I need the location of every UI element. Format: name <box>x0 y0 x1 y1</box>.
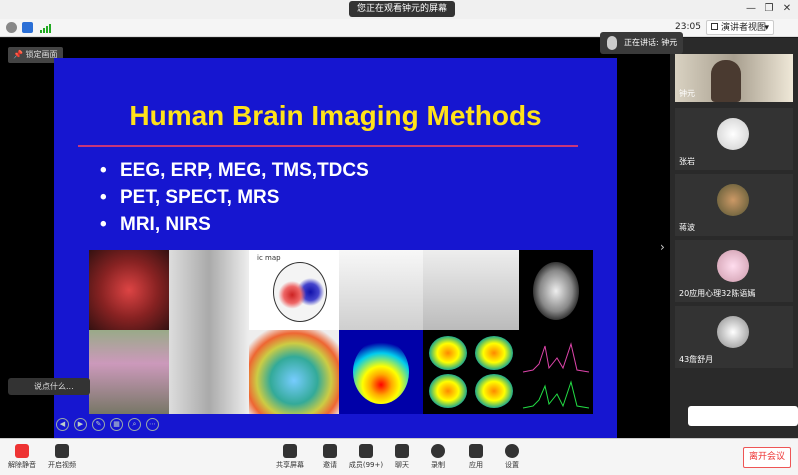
mrs-spectrum-plot <box>519 334 593 414</box>
settings-button[interactable]: 设置 <box>498 444 526 470</box>
input-method-toolbar[interactable] <box>688 406 798 426</box>
leave-meeting-button[interactable]: 离开会议 <box>743 447 791 468</box>
pen-tool-button[interactable]: ✎ <box>92 418 105 431</box>
mic-icon <box>607 36 617 50</box>
apps-icon <box>469 444 483 458</box>
participant-tile[interactable]: 蒋波 <box>675 174 793 236</box>
prev-slide-button[interactable]: ◀ <box>56 418 69 431</box>
chat-input[interactable]: 说点什么... <box>8 378 90 395</box>
head-activation-render <box>249 330 339 414</box>
pet-scan-image <box>339 330 423 414</box>
minimize-icon[interactable]: — <box>744 2 758 16</box>
lock-view-label: 锁定画面 <box>25 50 58 59</box>
slide-bullet: EEG, ERP, MEG, TMS,TDCS <box>100 160 369 182</box>
slide-bullet: MRI, NIRS <box>100 214 211 236</box>
chevron-down-icon: ▾ <box>764 23 769 33</box>
restore-icon[interactable]: ❐ <box>762 2 776 16</box>
info-icon[interactable] <box>6 22 17 33</box>
panel-collapse-icon[interactable]: › <box>660 240 665 254</box>
share-screen-button[interactable]: 共享屏幕 <box>272 444 308 470</box>
chat-icon <box>395 444 409 458</box>
participant-tile[interactable]: 张岩 <box>675 108 793 170</box>
zoom-button[interactable]: ⌕ <box>128 418 141 431</box>
mic-muted-icon <box>15 444 29 458</box>
participant-name: 43詹舒月 <box>679 355 714 364</box>
apps-button[interactable]: 应用 <box>462 444 490 470</box>
participant-name: 张岩 <box>679 157 695 166</box>
meeting-clock: 23:05 <box>675 22 701 32</box>
slide-divider <box>78 145 578 147</box>
start-video-button[interactable]: 开启视频 <box>44 444 80 470</box>
participant-name: 20应用心理32陈语嫣 <box>679 289 756 298</box>
mri-scanner-photo <box>423 250 519 330</box>
avatar <box>717 118 749 150</box>
members-icon <box>359 444 373 458</box>
members-button[interactable]: 成员(99+) <box>348 444 384 470</box>
view-mode-select[interactable]: 演讲者视图 ▾ <box>706 20 774 35</box>
participant-video-tile[interactable]: 钟元 <box>675 54 793 102</box>
next-slide-button[interactable]: ▶ <box>74 418 87 431</box>
camera-off-icon <box>55 444 69 458</box>
avatar <box>717 250 749 282</box>
screen-share-banner: 您正在观看钟元的屏幕 <box>349 1 456 17</box>
mri-brain-slice <box>519 250 593 334</box>
brain-imaging-collage: ic map <box>89 250 593 414</box>
participant-name: 钟元 <box>679 89 695 98</box>
participant-tile[interactable]: 43詹舒月 <box>675 306 793 368</box>
more-options-button[interactable]: ⋯ <box>146 418 159 431</box>
view-mode-label: 演讲者视图 <box>721 23 767 33</box>
grid-icon <box>711 23 718 30</box>
signal-icon <box>40 23 52 33</box>
participant-tile[interactable]: 20应用心理32陈语嫣 <box>675 240 793 302</box>
gear-icon <box>505 444 519 458</box>
invite-button[interactable]: 邀请 <box>316 444 344 470</box>
unmute-button[interactable]: 解除静音 <box>4 444 40 470</box>
map-caption: ic map <box>257 254 281 262</box>
spectrum-lines <box>522 342 590 409</box>
record-button[interactable]: 录制 <box>424 444 452 470</box>
topographic-map: ic map <box>249 250 339 330</box>
speaking-indicator: 正在讲话: 钟元 <box>600 32 684 54</box>
record-icon <box>431 444 445 458</box>
speaking-label: 正在讲话: 钟元 <box>624 38 678 47</box>
avatar <box>717 316 749 348</box>
meg-scanner-photo <box>169 250 249 414</box>
slide-bullet: PET, SPECT, MRS <box>100 187 279 209</box>
shield-icon[interactable] <box>22 22 33 33</box>
eeg-cap-photo <box>89 250 169 330</box>
pet-scanner-photo <box>339 250 423 330</box>
invite-icon <box>323 444 337 458</box>
slide-title: Human Brain Imaging Methods <box>129 100 542 131</box>
eeg-subject-photo <box>89 330 169 414</box>
spect-scan-images <box>423 330 519 414</box>
share-screen-icon <box>283 444 297 458</box>
close-icon[interactable]: ✕ <box>780 2 794 16</box>
slides-overview-button[interactable]: ▦ <box>110 418 123 431</box>
avatar <box>717 184 749 216</box>
pin-icon: 📌 <box>13 50 26 59</box>
participant-name: 蒋波 <box>679 223 695 232</box>
chat-button[interactable]: 聊天 <box>388 444 416 470</box>
